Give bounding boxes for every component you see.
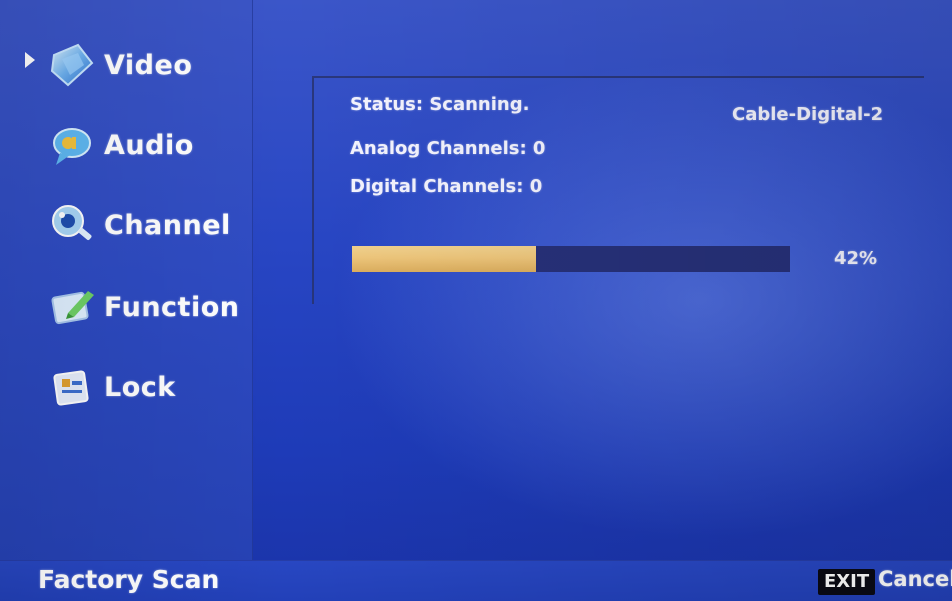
- menu-item-label: Lock: [104, 371, 176, 403]
- scan-panel: Status: Scanning. Cable-Digital-2 Analog…: [312, 76, 924, 304]
- scan-progress-percent: 42%: [834, 248, 878, 269]
- menu-item-channel[interactable]: Channel: [48, 196, 231, 254]
- page-title: Factory Scan: [38, 565, 220, 594]
- menu-item-lock[interactable]: Lock: [48, 358, 176, 416]
- main-menu: Video Audio Channel Function Lock: [0, 0, 253, 560]
- menu-item-label: Function: [104, 291, 240, 323]
- scan-progress-fill: [352, 246, 536, 272]
- exit-key-button[interactable]: EXIT: [818, 569, 876, 595]
- scan-source: Cable-Digital-2: [732, 104, 884, 125]
- audio-icon: [48, 121, 96, 169]
- menu-item-video[interactable]: Video: [48, 36, 192, 94]
- tv-screen: Video Audio Channel Function Lock Status…: [0, 0, 952, 601]
- menu-item-label: Audio: [104, 129, 194, 161]
- digital-channel-count: Digital Channels: 0: [350, 176, 543, 197]
- lock-icon: [48, 363, 96, 411]
- cancel-label[interactable]: Cancel: [878, 567, 952, 591]
- scan-status: Status: Scanning.: [350, 94, 530, 115]
- menu-item-function[interactable]: Function: [48, 278, 239, 336]
- scan-progress-bar: [352, 246, 790, 272]
- analog-channel-count: Analog Channels: 0: [350, 138, 546, 159]
- menu-item-audio[interactable]: Audio: [48, 116, 194, 174]
- function-icon: [48, 283, 96, 331]
- video-icon: [48, 41, 96, 89]
- menu-item-label: Video: [104, 49, 193, 81]
- selection-arrow-icon: [25, 52, 35, 68]
- footer-bar: Factory Scan EXIT Cancel: [0, 560, 952, 601]
- channel-icon: [48, 201, 96, 249]
- menu-item-label: Channel: [104, 209, 231, 241]
